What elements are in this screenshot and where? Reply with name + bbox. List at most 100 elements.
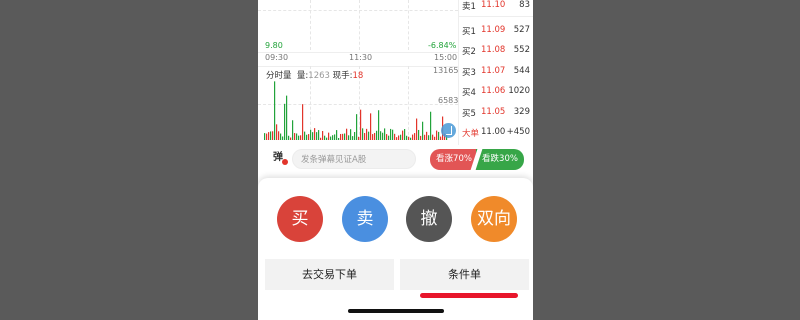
volume-bar [430,111,432,140]
order-book-volume: 544 [513,66,530,76]
volume-bar [386,134,388,140]
volume-bar [360,109,362,140]
order-book-row: 买2 11.08 552 [459,45,533,59]
volume-bar [330,136,332,140]
condition-order-highlight [420,293,518,298]
volume-bar [376,130,378,140]
order-book-price: 11.08 [481,45,506,55]
volume-bar [374,132,376,140]
condition-order-button[interactable]: 条件单 [400,259,529,290]
trading-screen: 9.80 -6.84% 09:30 11:30 15:00 分时量 量:1263… [258,0,533,320]
order-book-volume: 552 [513,45,530,55]
volume-bar [322,131,324,140]
book-divider [459,16,533,17]
volume-bar [280,133,282,140]
volume-bar [424,134,426,140]
volume-bar [368,131,370,140]
volume-bar [296,133,298,140]
order-book-price: 11.06 [481,86,506,96]
volume-bar [366,128,368,140]
volume-bar [286,95,288,140]
volume-bar [372,134,374,140]
volume-bar [284,103,286,140]
volume-bar [314,128,316,140]
volume-bar [406,135,408,140]
volume-bar [334,134,336,140]
volume-bar [282,136,284,140]
order-book-volume: 329 [513,107,530,117]
volume-bar [384,128,386,140]
volume-bar [402,130,404,140]
volume-bar [428,135,430,140]
go-trade-button[interactable]: 去交易下单 [265,259,394,290]
buy-button[interactable]: 买 [277,196,323,242]
volume-bar [300,135,302,140]
volume-bar [274,81,276,140]
volume-bar [438,131,440,140]
order-book-label: 买5 [462,109,476,119]
volume-bar [338,137,340,140]
volume-bar [420,135,422,140]
order-book-volume: +450 [506,127,530,137]
volume-bar [312,132,314,140]
volume-bar [414,133,416,140]
volume-bar [308,134,310,140]
order-book-volume: 83 [519,0,530,10]
volume-bar [304,131,306,140]
order-book-label: 买2 [462,47,476,57]
volume-bar [362,128,364,140]
volume-bar [416,118,418,140]
volume-bar [266,133,268,140]
volume-bar [294,133,296,140]
volume-bar [270,131,272,140]
volume-bar [418,129,420,140]
volume-bar [410,137,412,140]
home-indicator[interactable] [348,309,444,313]
order-book-label: 买1 [462,27,476,37]
danmu-icon[interactable]: 弹 [273,151,288,165]
volume-bar [354,131,356,140]
cancel-order-button[interactable]: 撤 [406,196,452,242]
volume-bar [364,133,366,140]
volume-bar [292,120,294,140]
volume-bar [268,132,270,140]
volume-bar [336,130,338,140]
order-book: 卖1 11.10 83 买1 11.09 527 买2 11.08 552 买3 11.07 544 买… [458,0,533,145]
volume-bar [306,134,308,140]
volume-bar [326,137,328,140]
volume-bar [426,131,428,140]
dual-direction-button[interactable]: 双向 [471,196,517,242]
order-book-volume: 1020 [508,86,530,96]
order-book-price: 11.07 [481,66,506,76]
order-book-row: 买5 11.05 329 [459,107,533,121]
volume-bar [356,114,358,140]
order-book-label: 买3 [462,68,476,78]
volume-bar [380,131,382,140]
order-book-label: 大单 [462,129,480,139]
volume-bar [432,134,434,140]
danmu-input[interactable]: 发条弹幕见证A股 [292,149,416,169]
volume-bar [346,128,348,140]
order-book-row: 买1 11.09 527 [459,25,533,39]
order-book-label: 卖1 [462,2,476,12]
volume-bar [434,136,436,140]
volume-bar [350,129,352,140]
volume-bar [310,129,312,140]
sell-button[interactable]: 卖 [342,196,388,242]
volume-bar [400,134,402,140]
intraday-chart: 9.80 -6.84% 09:30 11:30 15:00 分时量 量:1263… [258,0,458,145]
volume-bars [264,81,448,140]
order-book-price: 11.00 [481,127,506,137]
volume-bar [388,135,390,140]
volume-bar [390,128,392,140]
volume-bar [396,137,398,140]
volume-bar [272,131,274,140]
volume-bar [422,121,424,140]
bearish-button[interactable]: 看跌30% [476,149,524,170]
chat-bubble-icon[interactable] [441,123,456,138]
volume-bar [298,135,300,140]
volume-bar [332,135,334,140]
volume-bar [318,130,320,140]
volume-bar [278,131,280,140]
order-book-volume: 527 [513,25,530,35]
